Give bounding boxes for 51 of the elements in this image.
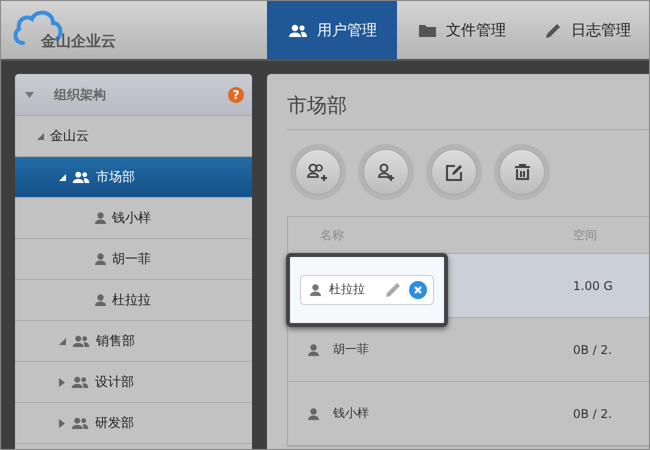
tree-item[interactable]: 研发部 — [15, 403, 252, 444]
tree-item[interactable]: 市场部 — [15, 157, 252, 198]
tree-item[interactable]: 杜拉拉 — [15, 280, 252, 321]
users-icon — [72, 335, 90, 347]
delete-button[interactable] — [499, 149, 545, 195]
table-row[interactable]: 胡一菲 0B / 2. — [288, 318, 649, 382]
panel-title: 市场部 — [287, 74, 649, 130]
add-users-icon — [307, 163, 329, 181]
tree-item[interactable]: 销售部 — [15, 321, 252, 362]
logo-text: 金山企业云 — [41, 32, 116, 51]
nav-tab[interactable]: 文件管理 — [397, 1, 524, 59]
tree-item[interactable]: 胡一菲 — [15, 239, 252, 280]
nav-tab[interactable]: 日志管理 — [524, 1, 649, 59]
folder-icon — [419, 24, 436, 36]
user-icon — [95, 294, 106, 306]
table-row[interactable]: 钱小样 0B / 2. — [288, 382, 649, 446]
collapsed-caret-icon — [59, 378, 65, 386]
user-icon — [95, 253, 106, 265]
users-icon — [289, 24, 307, 36]
expanded-caret-icon — [59, 338, 66, 344]
close-icon[interactable] — [409, 280, 427, 298]
add-user-icon — [377, 163, 395, 181]
name-input-field[interactable]: 杜拉拉 — [300, 274, 434, 304]
add-user-button[interactable] — [363, 149, 409, 195]
space-usage: 0B / 2. — [573, 342, 612, 356]
expanded-caret-icon — [37, 132, 44, 140]
tree-item[interactable]: 钱小样 — [15, 198, 252, 239]
sidebar-title: 组织架构 — [54, 86, 107, 104]
users-icon — [71, 417, 89, 429]
column-header: 空间 — [573, 226, 597, 244]
edit-button[interactable] — [431, 149, 477, 195]
nav-tab[interactable]: 用户管理 — [267, 1, 397, 59]
user-name: 胡一菲 — [333, 341, 369, 358]
users-icon — [71, 376, 89, 388]
caret-icon — [25, 92, 34, 98]
users-icon — [72, 171, 90, 183]
space-usage: 0B / 2. — [573, 406, 612, 420]
expanded-caret-icon — [59, 174, 66, 180]
space-usage: 1.00 G — [573, 278, 613, 292]
add-group-button[interactable] — [295, 149, 341, 195]
pencil-icon — [546, 22, 561, 38]
collapsed-caret-icon — [59, 418, 65, 428]
edit-icon — [446, 164, 462, 180]
user-icon — [308, 344, 319, 356]
user-name: 钱小样 — [333, 405, 369, 422]
column-header: 名称 — [319, 226, 345, 244]
trash-icon — [514, 164, 530, 180]
tree-item[interactable]: 设计部 — [15, 362, 252, 403]
user-icon — [95, 212, 106, 224]
user-icon — [310, 284, 321, 296]
user-icon — [308, 408, 319, 420]
